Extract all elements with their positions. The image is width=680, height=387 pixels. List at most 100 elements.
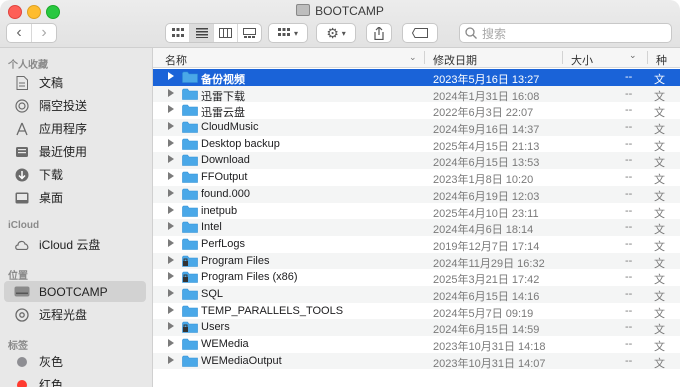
file-name: WEMediaOutput <box>201 354 282 367</box>
sidebar-item-recents[interactable]: 最近使用 <box>4 141 146 162</box>
search-field[interactable] <box>459 23 672 43</box>
sidebar-item-airdrop[interactable]: 隔空投送 <box>4 95 146 116</box>
disclosure-triangle-icon[interactable] <box>168 138 174 147</box>
table-row[interactable]: Download 2024年6月15日 13:53 -- 文 <box>153 152 680 169</box>
file-name: inetpub <box>201 204 238 217</box>
sidebar-item-applications[interactable]: 应用程序 <box>4 118 146 139</box>
disclosure-triangle-icon[interactable] <box>168 205 174 214</box>
file-size: -- <box>625 121 633 134</box>
column-date-modified[interactable]: 修改日期 <box>433 52 477 68</box>
disclosure-triangle-icon[interactable] <box>168 188 174 197</box>
group-button[interactable]: ▾ <box>268 23 308 43</box>
file-date: 2024年1月31日 16:08 <box>433 90 540 103</box>
table-row[interactable]: Desktop backup 2025年4月15日 21:13 -- 文 <box>153 136 680 153</box>
sidebar-item-remote-disc[interactable]: 远程光盘 <box>4 304 146 325</box>
table-row[interactable]: WEMedia 2023年10月31日 14:18 -- 文 <box>153 336 680 353</box>
sidebar: 个人收藏 文稿 隔空投送 应用程序 最近使用 下载 桌面 iCloud iClo… <box>0 48 153 387</box>
table-row[interactable]: Program Files (x86) 2025年3月21日 17:42 -- 文 <box>153 269 680 286</box>
gallery-icon <box>243 28 256 38</box>
list-view-button[interactable] <box>190 24 214 42</box>
disclosure-triangle-icon[interactable] <box>168 255 174 264</box>
title-bar: BOOTCAMP ‹ › ▾ ⚙ ▾ <box>0 0 680 48</box>
disclosure-triangle-icon[interactable] <box>168 272 174 281</box>
view-mode-switcher <box>165 23 262 43</box>
file-size: -- <box>625 171 633 184</box>
disclosure-triangle-icon[interactable] <box>168 172 174 181</box>
column-name[interactable]: 名称 <box>165 52 187 68</box>
disclosure-triangle-icon[interactable] <box>168 355 174 364</box>
file-size: -- <box>625 254 633 267</box>
cloud-icon <box>14 237 30 253</box>
action-button[interactable]: ⚙ ▾ <box>316 23 356 43</box>
folder-icon <box>182 71 198 83</box>
file-name: found.000 <box>201 187 250 200</box>
forward-button[interactable]: › <box>32 24 56 42</box>
sidebar-item-bootcamp[interactable]: BOOTCAMP <box>4 281 146 302</box>
folder-icon <box>182 238 198 250</box>
file-date: 2023年10月31日 14:07 <box>433 357 546 370</box>
column-view-button[interactable] <box>214 24 238 42</box>
recents-icon <box>14 144 30 160</box>
table-row[interactable]: WEMediaOutput 2023年10月31日 14:07 -- 文 <box>153 352 680 370</box>
tag-dot-icon <box>14 377 30 387</box>
file-kind: 文 <box>654 224 665 237</box>
column-size[interactable]: 大小 <box>571 52 593 68</box>
table-row[interactable]: Intel 2024年4月6日 18:14 -- 文 <box>153 219 680 236</box>
file-date: 2022年6月3日 22:07 <box>433 107 534 120</box>
file-size: -- <box>625 204 633 217</box>
list-icon <box>195 28 208 38</box>
table-row[interactable]: 迅雷下载 2024年1月31日 16:08 -- 文 <box>153 85 680 103</box>
sidebar-item-icloud-drive[interactable]: iCloud 云盘 <box>4 234 146 255</box>
locked-folder-icon <box>182 271 198 284</box>
table-row[interactable]: inetpub 2025年4月10日 23:11 -- 文 <box>153 203 680 220</box>
disclosure-triangle-icon[interactable] <box>168 305 174 314</box>
disclosure-triangle-icon[interactable] <box>168 105 174 114</box>
table-row[interactable]: Users 2024年6月15日 14:59 -- 文 <box>153 319 680 336</box>
table-row[interactable]: CloudMusic 2024年9月16日 14:37 -- 文 <box>153 119 680 136</box>
sidebar-item-documents[interactable]: 文稿 <box>4 72 146 93</box>
icon-view-button[interactable] <box>166 24 190 42</box>
table-row[interactable]: 备份视频 2023年5月16日 13:27 -- 文 <box>153 69 680 86</box>
sidebar-item-tag-gray[interactable]: 灰色 <box>4 351 146 372</box>
disclosure-triangle-icon[interactable] <box>168 222 174 231</box>
sidebar-item-desktop[interactable]: 桌面 <box>4 187 146 208</box>
disclosure-triangle-icon[interactable] <box>168 155 174 164</box>
column-kind[interactable]: 种 <box>656 52 667 68</box>
sidebar-item-downloads[interactable]: 下载 <box>4 164 146 185</box>
group-icon <box>277 28 290 36</box>
icloud-header: iCloud <box>8 220 40 231</box>
table-row[interactable]: found.000 2024年6月19日 12:03 -- 文 <box>153 185 680 203</box>
disclosure-triangle-icon[interactable] <box>168 122 174 131</box>
sidebar-item-tag-red[interactable]: 红色 <box>4 374 146 387</box>
table-row[interactable]: PerfLogs 2019年12月7日 17:14 -- 文 <box>153 236 680 253</box>
file-name: CloudMusic <box>201 121 259 134</box>
disclosure-triangle-icon[interactable] <box>168 322 174 331</box>
table-row[interactable]: Program Files 2024年11月29日 16:32 -- 文 <box>153 252 680 270</box>
search-input[interactable] <box>480 25 669 43</box>
table-row[interactable]: SQL 2024年6月15日 14:16 -- 文 <box>153 285 680 303</box>
table-row[interactable]: 迅雷云盘 2022年6月3日 22:07 -- 文 <box>153 102 680 119</box>
disclosure-triangle-icon[interactable] <box>168 238 174 247</box>
disclosure-triangle-icon[interactable] <box>168 72 174 80</box>
airdrop-icon <box>14 98 30 114</box>
folder-icon <box>182 88 198 100</box>
file-date: 2024年6月15日 13:53 <box>433 157 540 170</box>
nav-buttons: ‹ › <box>6 23 57 43</box>
table-row[interactable]: TEMP_PARALLELS_TOOLS 2024年5月7日 09:19 -- 文 <box>153 303 680 320</box>
file-kind: 文 <box>654 190 665 203</box>
disclosure-triangle-icon[interactable] <box>168 288 174 297</box>
gallery-view-button[interactable] <box>238 24 261 42</box>
file-kind: 文 <box>654 240 665 253</box>
applications-icon <box>14 121 30 137</box>
table-row[interactable]: FFOutput 2023年1月8日 10:20 -- 文 <box>153 169 680 186</box>
file-kind: 文 <box>654 207 665 220</box>
back-button[interactable]: ‹ <box>7 24 32 42</box>
disclosure-triangle-icon[interactable] <box>168 88 174 97</box>
locked-folder-icon <box>182 255 198 267</box>
folder-icon <box>182 154 198 167</box>
disclosure-triangle-icon[interactable] <box>168 339 174 347</box>
sort-arrow-icon: ⌄ <box>409 52 417 62</box>
tag-button[interactable] <box>402 23 438 43</box>
share-button[interactable] <box>366 23 392 43</box>
file-date: 2023年5月16日 13:27 <box>433 74 540 86</box>
